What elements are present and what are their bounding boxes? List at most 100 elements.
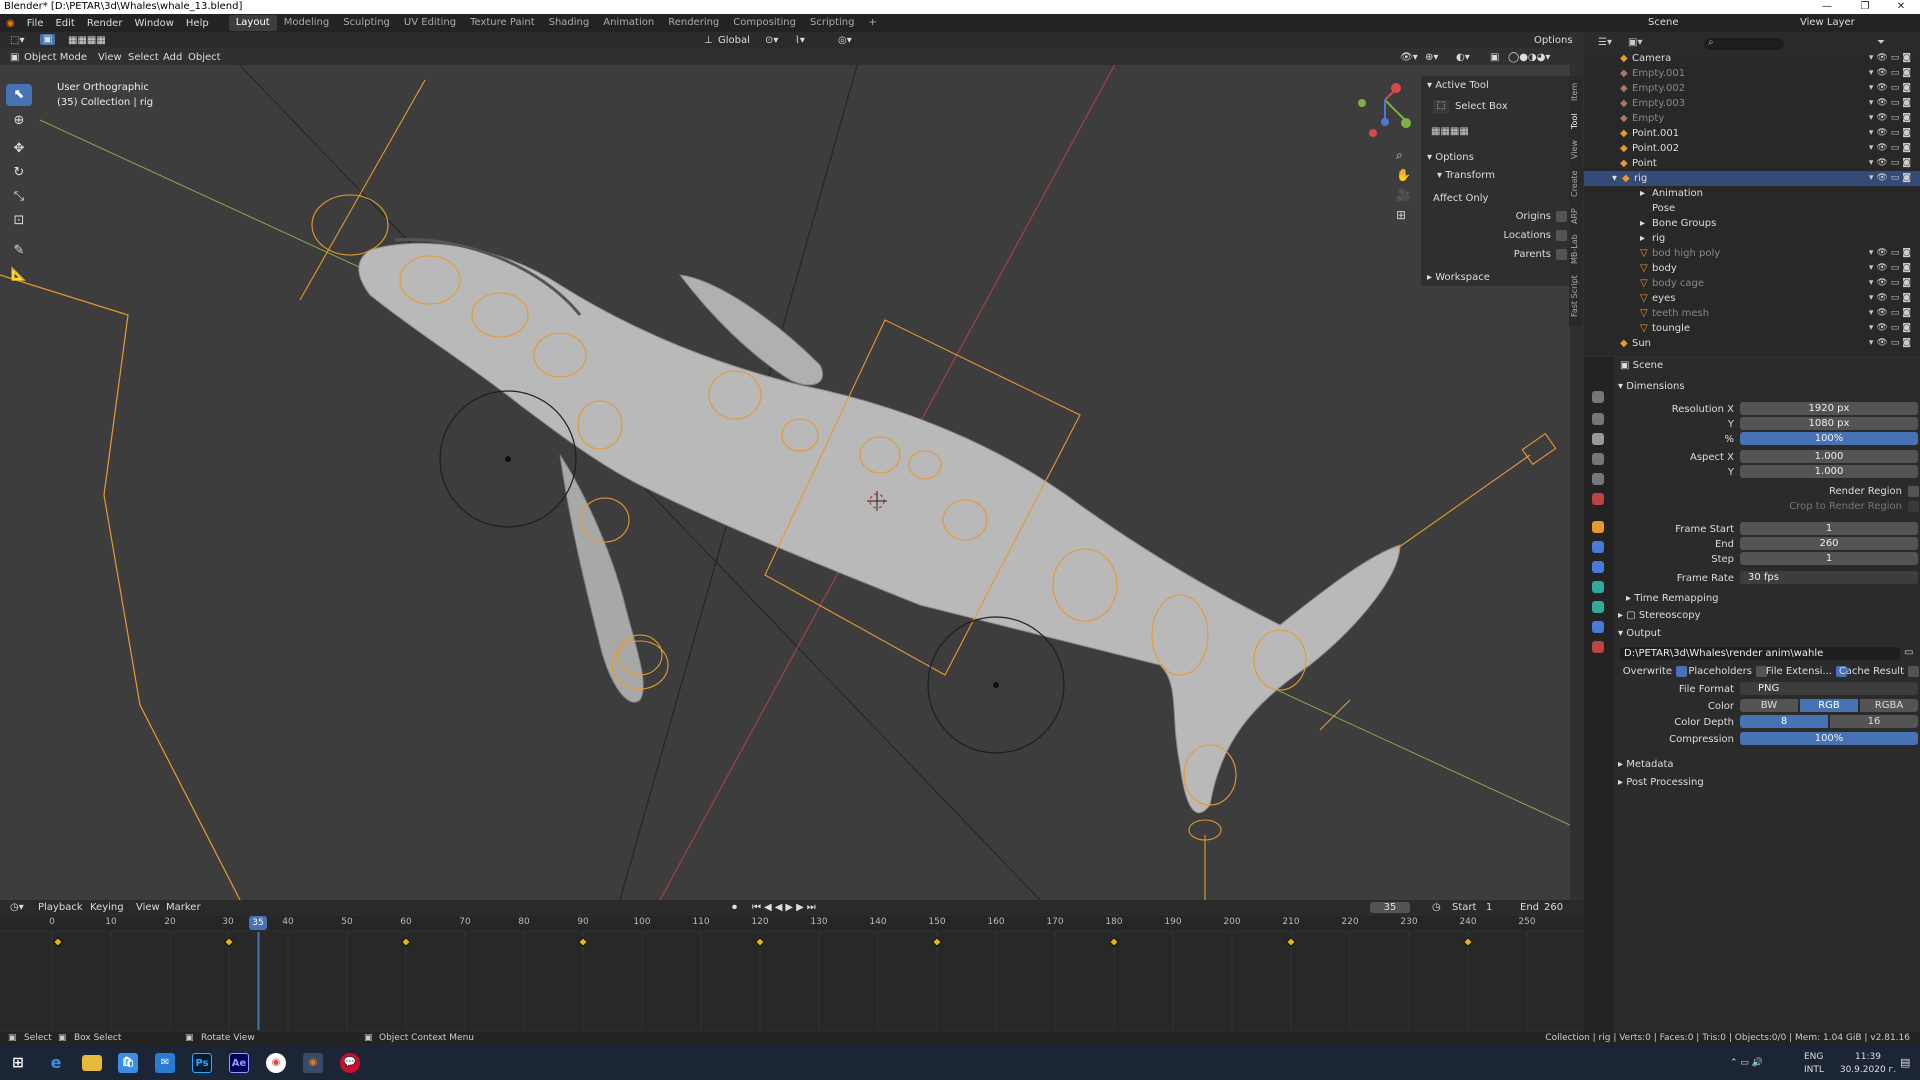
tab-view[interactable]: View (1570, 138, 1582, 162)
tab-rendering[interactable]: Rendering (661, 15, 726, 31)
folder-icon[interactable]: ▭ (1904, 647, 1913, 658)
3d-viewport[interactable]: User Orthographic (35) Collection | rig … (0, 65, 1570, 900)
add-workspace-button[interactable]: + (861, 15, 883, 31)
shading-modes-icon[interactable]: ◯●◑◕▾ (1508, 52, 1550, 63)
resolution-x-field[interactable]: 1920 px (1740, 402, 1918, 415)
keyboard-layout[interactable]: INTL (1804, 1065, 1824, 1075)
scene-selector[interactable]: Scene (1648, 17, 1679, 28)
keyframe-diamond[interactable] (1286, 937, 1296, 947)
cursor-tool-icon[interactable]: ⊕ (6, 110, 32, 132)
time-remapping-header[interactable]: ▸ Time Remapping (1626, 593, 1719, 604)
origins-checkbox[interactable] (1556, 211, 1567, 222)
options-header[interactable]: ▾ Options (1427, 152, 1474, 163)
world-props-icon[interactable] (1592, 493, 1604, 505)
locations-checkbox[interactable] (1556, 230, 1567, 241)
outliner-row[interactable]: ◆ Empty.003 ▾👁▭◙ (1584, 96, 1920, 111)
frame-rate-select[interactable]: 30 fps (1740, 571, 1918, 584)
keyframe-area[interactable] (0, 932, 1584, 1030)
tab-sculpting[interactable]: Sculpting (336, 15, 397, 31)
playback-controls[interactable]: ⏮◀◀▶▶⏭ (752, 902, 819, 913)
file-explorer-icon[interactable] (82, 1055, 102, 1071)
outliner-row[interactable]: ▸ Bone Groups (1584, 216, 1920, 231)
resolution-y-field[interactable]: 1080 px (1740, 417, 1918, 430)
options-dropdown[interactable]: Options (1534, 35, 1573, 46)
crop-region-checkbox[interactable] (1908, 501, 1919, 512)
move-tool-icon[interactable]: ✥ (6, 138, 32, 160)
aspect-y-field[interactable]: 1.000 (1740, 465, 1918, 478)
frame-end-field[interactable]: 260 (1740, 537, 1918, 550)
playhead-frame-label[interactable]: 35 (249, 916, 267, 930)
menu-marker[interactable]: Marker (166, 902, 201, 913)
clock-icon[interactable]: ◷ (1432, 902, 1441, 913)
menu-timeline-view[interactable]: View (136, 902, 160, 913)
post-processing-header[interactable]: ▸ Post Processing (1618, 777, 1704, 788)
rotate-tool-icon[interactable]: ↻ (6, 162, 32, 184)
outliner-row[interactable]: ◆ Camera ▾👁▭◙ (1584, 51, 1920, 66)
pan-icon[interactable]: ✋ (1396, 165, 1411, 185)
maximize-button[interactable]: ❐ (1850, 0, 1880, 14)
keyframe-diamond[interactable] (932, 937, 942, 947)
tab-layout[interactable]: Layout (228, 15, 277, 31)
tab-mb-lab[interactable]: MB-Lab (1570, 232, 1582, 266)
tool-mode-icons[interactable]: ▦▦▦▦ (1431, 126, 1469, 137)
frame-ruler[interactable]: 0 10 20 30 40 50 60 70 80 90 100 110 120… (0, 916, 1584, 930)
overlay-toggle-icon[interactable]: ◐▾ (1456, 52, 1470, 63)
chrome-icon[interactable]: ◉ (266, 1053, 286, 1073)
proportional-edit-icon[interactable]: ◎▾ (838, 35, 852, 46)
keyframe-diamond[interactable] (401, 937, 411, 947)
outliner-row[interactable]: ◆ Empty ▾👁▭◙ (1584, 111, 1920, 126)
keyframe-diamond[interactable] (1109, 937, 1119, 947)
menu-view[interactable]: View (98, 52, 122, 63)
after-effects-icon[interactable]: Ae (229, 1053, 249, 1073)
outliner-row[interactable]: ▽ body ▾👁▭◙ (1584, 261, 1920, 276)
outliner-editor-icon[interactable]: ☰▾ (1598, 37, 1612, 48)
tab-texture-paint[interactable]: Texture Paint (463, 15, 542, 31)
keyframe-diamond[interactable] (578, 937, 588, 947)
minimize-button[interactable]: — (1812, 0, 1842, 14)
menu-playback[interactable]: Playback (38, 902, 83, 913)
scale-tool-icon[interactable]: ⤡ (6, 186, 32, 208)
end-frame-field[interactable]: 260 (1544, 902, 1563, 913)
keyframe-diamond[interactable] (1463, 937, 1473, 947)
outliner-row[interactable]: ◆ Empty.001 ▾👁▭◙ (1584, 66, 1920, 81)
filter-icon[interactable]: ⏷ (1877, 37, 1885, 48)
parents-checkbox[interactable] (1556, 249, 1567, 260)
outliner-search-input[interactable] (1704, 38, 1784, 50)
tab-scripting[interactable]: Scripting (803, 15, 861, 31)
outliner-row[interactable]: ▽ toungle ▾👁▭◙ (1584, 321, 1920, 336)
tab-tool[interactable]: Tool (1570, 110, 1582, 132)
edge-icon[interactable]: e (46, 1053, 66, 1073)
menu-window[interactable]: Window (128, 18, 179, 29)
chat-app-icon[interactable]: 💬 (340, 1053, 360, 1073)
resolution-pct-field[interactable]: 100% (1740, 432, 1918, 445)
output-path-field[interactable]: D:\PETAR\3d\Whales\render anim\wahle (1620, 647, 1900, 660)
outliner-row[interactable]: Pose (1584, 201, 1920, 216)
view-layer-selector[interactable]: View Layer (1800, 17, 1855, 28)
outliner-row[interactable]: ◆ Empty.002 ▾👁▭◙ (1584, 81, 1920, 96)
editor-type-icon[interactable]: ⬚▾ (10, 35, 24, 46)
outliner-row[interactable]: ▸ Animation (1584, 186, 1920, 201)
menu-file[interactable]: File (21, 18, 50, 29)
cache-result-checkbox[interactable] (1908, 666, 1919, 677)
render-region-checkbox[interactable] (1908, 486, 1919, 497)
transform-orientation-select[interactable]: Global (718, 35, 750, 46)
tab-fast-script[interactable]: Fast Script (1570, 272, 1582, 320)
xray-icon[interactable]: ▣ (1490, 52, 1499, 63)
select-box-tool-icon[interactable]: ⬉ (6, 84, 32, 106)
object-mode-select[interactable]: Object Mode (24, 52, 87, 63)
keyframe-diamond[interactable] (52, 937, 63, 947)
windows-start-icon[interactable]: ⊞ (8, 1053, 28, 1073)
transform-tool-icon[interactable]: ⊡ (6, 210, 32, 232)
stereoscopy-header[interactable]: ▸ ▢ Stereoscopy (1618, 610, 1701, 621)
menu-add[interactable]: Add (163, 52, 182, 63)
outliner-row[interactable]: ◆ Point.002 ▾👁▭◙ (1584, 141, 1920, 156)
outliner-row[interactable]: ▽ bod high poly ▾👁▭◙ (1584, 246, 1920, 261)
input-lang[interactable]: ENG (1804, 1052, 1823, 1062)
outliner-row[interactable]: ▸ rig (1584, 231, 1920, 246)
visibility-icon[interactable]: 👁▾ (1400, 52, 1418, 63)
outliner-row[interactable]: ▽ body cage ▾👁▭◙ (1584, 276, 1920, 291)
start-frame-field[interactable]: 1 (1486, 902, 1492, 913)
select-mode-icon[interactable]: ▣ (40, 34, 56, 45)
gizmo-toggle-icon[interactable]: ⊕▾ (1425, 52, 1438, 63)
color-depth-16-button[interactable]: 16 (1830, 715, 1918, 728)
